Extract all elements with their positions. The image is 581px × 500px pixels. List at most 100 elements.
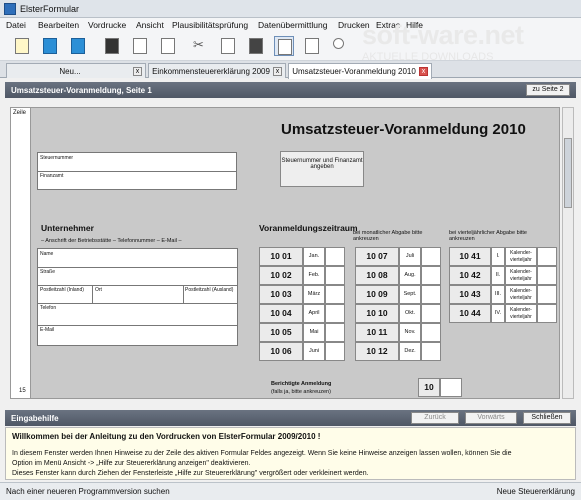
quarterly-hint: bei vierteljährlicher Abgabe bitte ankre… xyxy=(449,230,527,242)
quarter-checkbox[interactable] xyxy=(537,247,557,266)
month-checkbox[interactable] xyxy=(421,247,441,266)
quarter-label: Kalender-vierteljahr xyxy=(505,266,537,285)
ort-field[interactable]: Ort xyxy=(95,287,102,293)
period-code: 10 08 xyxy=(355,266,399,285)
page-view-icon[interactable] xyxy=(302,36,322,56)
new-tax-return-link[interactable]: Neue Steuererklärung xyxy=(497,487,575,496)
form-area: Zeile 15 Umsatzsteuer-Voranmeldung 2010 … xyxy=(10,107,560,399)
scroll-thumb[interactable] xyxy=(564,138,572,208)
month-checkbox[interactable] xyxy=(325,304,345,323)
help-heading: Willkommen bei der Anleitung zu den Vord… xyxy=(12,432,321,441)
quarter-code: 10 41 xyxy=(449,247,491,266)
section-title: Umsatzsteuer-Voranmeldung, Seite 1 xyxy=(11,86,152,95)
menu-vordrucke[interactable]: Vordrucke xyxy=(88,20,126,30)
period-code: 10 10 xyxy=(355,304,399,323)
close-icon[interactable]: x xyxy=(419,67,428,76)
period-code: 10 09 xyxy=(355,285,399,304)
quarter-checkbox[interactable] xyxy=(537,266,557,285)
section-header: Umsatzsteuer-Voranmeldung, Seite 1 zu Se… xyxy=(5,82,576,98)
month-checkbox[interactable] xyxy=(421,285,441,304)
forward-button[interactable]: Vorwärts xyxy=(465,412,517,424)
month-label: Juni xyxy=(303,342,325,361)
month-checkbox[interactable] xyxy=(325,323,345,342)
quarter-label: Kalender-vierteljahr xyxy=(505,304,537,323)
month-checkbox[interactable] xyxy=(325,247,345,266)
close-icon[interactable]: x xyxy=(273,67,282,76)
address-hint: – Anschrift der Betriebsstätte – Telefon… xyxy=(41,238,182,244)
help-line: Option im Menü Ansicht -> „Hilfe zur Ste… xyxy=(12,460,251,467)
tab-new[interactable]: Neu... x xyxy=(6,63,146,78)
berichtigt-code: 10 xyxy=(418,378,440,397)
email-field[interactable]: E-Mail xyxy=(40,327,54,333)
form-view-icon[interactable] xyxy=(274,36,294,56)
month-checkbox[interactable] xyxy=(421,266,441,285)
quarter-roman: III. xyxy=(491,285,505,304)
monthly-hint: bei monatlicher Abgabe bitte ankreuzen xyxy=(353,230,423,242)
quarter-roman: II. xyxy=(491,266,505,285)
month-label: Aug. xyxy=(399,266,421,285)
berichtigt-checkbox[interactable] xyxy=(440,378,462,397)
eingabehilfe-title: Eingabehilfe xyxy=(11,414,59,423)
month-label: Feb. xyxy=(303,266,325,285)
close-icon[interactable]: x xyxy=(133,67,142,76)
menu-plausibilitaetspruefung[interactable]: Plausibilitätsprüfung xyxy=(172,20,248,30)
menu-datei[interactable]: Datei xyxy=(6,20,26,30)
title-bar: ElsterFormular xyxy=(0,0,581,18)
period-code: 10 05 xyxy=(259,323,303,342)
quarter-code: 10 42 xyxy=(449,266,491,285)
menu-datenuebermittlung[interactable]: Datenübermittlung xyxy=(258,20,327,30)
quarter-code: 10 43 xyxy=(449,285,491,304)
menu-ansicht[interactable]: Ansicht xyxy=(136,20,164,30)
tax-id-box: Steuernummer Finanzamt xyxy=(37,152,237,190)
status-bar: Nach einer neueren Programmversion suche… xyxy=(0,482,581,500)
month-checkbox[interactable] xyxy=(421,304,441,323)
phone-field[interactable]: Telefon xyxy=(40,305,56,311)
update-link[interactable]: Nach einer neueren Programmversion suche… xyxy=(6,487,170,496)
month-checkbox[interactable] xyxy=(421,342,441,361)
period-code: 10 11 xyxy=(355,323,399,342)
plz-ausland-field[interactable]: Postleitzahl (Ausland) xyxy=(185,287,233,293)
open-folder-icon[interactable] xyxy=(40,36,60,56)
calendar-icon[interactable] xyxy=(130,36,150,56)
copy-icon[interactable] xyxy=(218,36,238,56)
period-code: 10 02 xyxy=(259,266,303,285)
vertical-scrollbar[interactable] xyxy=(562,107,574,399)
month-label: Jan. xyxy=(303,247,325,266)
month-label: Mai xyxy=(303,323,325,342)
month-checkbox[interactable] xyxy=(421,323,441,342)
tab-einkommensteuer[interactable]: Einkommensteuererklärung 2009 x xyxy=(148,63,286,78)
period-code: 10 07 xyxy=(355,247,399,266)
help-line: In diesem Fenster werden Ihnen Hinweise … xyxy=(12,450,512,457)
quarter-label: Kalender-vierteljahr xyxy=(505,247,537,266)
new-document-icon[interactable] xyxy=(12,36,32,56)
berichtigt-hint: (falls ja, bitte ankreuzen) xyxy=(271,389,331,395)
next-page-button[interactable]: zu Seite 2 xyxy=(526,84,570,96)
month-checkbox[interactable] xyxy=(325,266,345,285)
quarter-checkbox[interactable] xyxy=(537,304,557,323)
back-button[interactable]: Zurück xyxy=(411,412,459,424)
close-button[interactable]: Schließen xyxy=(523,412,571,424)
tax-number-button[interactable]: Steuernummer und Finanzamt angeben xyxy=(280,151,364,187)
name-field[interactable]: Name xyxy=(40,251,53,257)
save-icon[interactable] xyxy=(102,36,122,56)
search-icon[interactable] xyxy=(330,36,350,56)
folder-icon[interactable] xyxy=(68,36,88,56)
period-code: 10 12 xyxy=(355,342,399,361)
menu-bearbeiten[interactable]: Bearbeiten xyxy=(38,20,79,30)
calendar-alt-icon[interactable] xyxy=(158,36,178,56)
cut-icon[interactable]: ✂ xyxy=(190,36,210,56)
quarter-roman: IV. xyxy=(491,304,505,323)
month-checkbox[interactable] xyxy=(325,285,345,304)
street-field[interactable]: Straße xyxy=(40,269,55,275)
quarter-code: 10 44 xyxy=(449,304,491,323)
plz-inland-field[interactable]: Postleitzahl (Inland) xyxy=(40,287,84,293)
quarter-label: Kalender-vierteljahr xyxy=(505,285,537,304)
tab-umsatzsteuer[interactable]: Umsatzsteuer-Voranmeldung 2010 x xyxy=(288,63,432,79)
form-title: Umsatzsteuer-Voranmeldung 2010 xyxy=(281,121,526,138)
month-checkbox[interactable] xyxy=(325,342,345,361)
quarter-checkbox[interactable] xyxy=(537,285,557,304)
month-label: Dez. xyxy=(399,342,421,361)
period-code: 10 06 xyxy=(259,342,303,361)
paste-icon[interactable] xyxy=(246,36,266,56)
zeile-column: Zeile 15 xyxy=(11,108,31,398)
